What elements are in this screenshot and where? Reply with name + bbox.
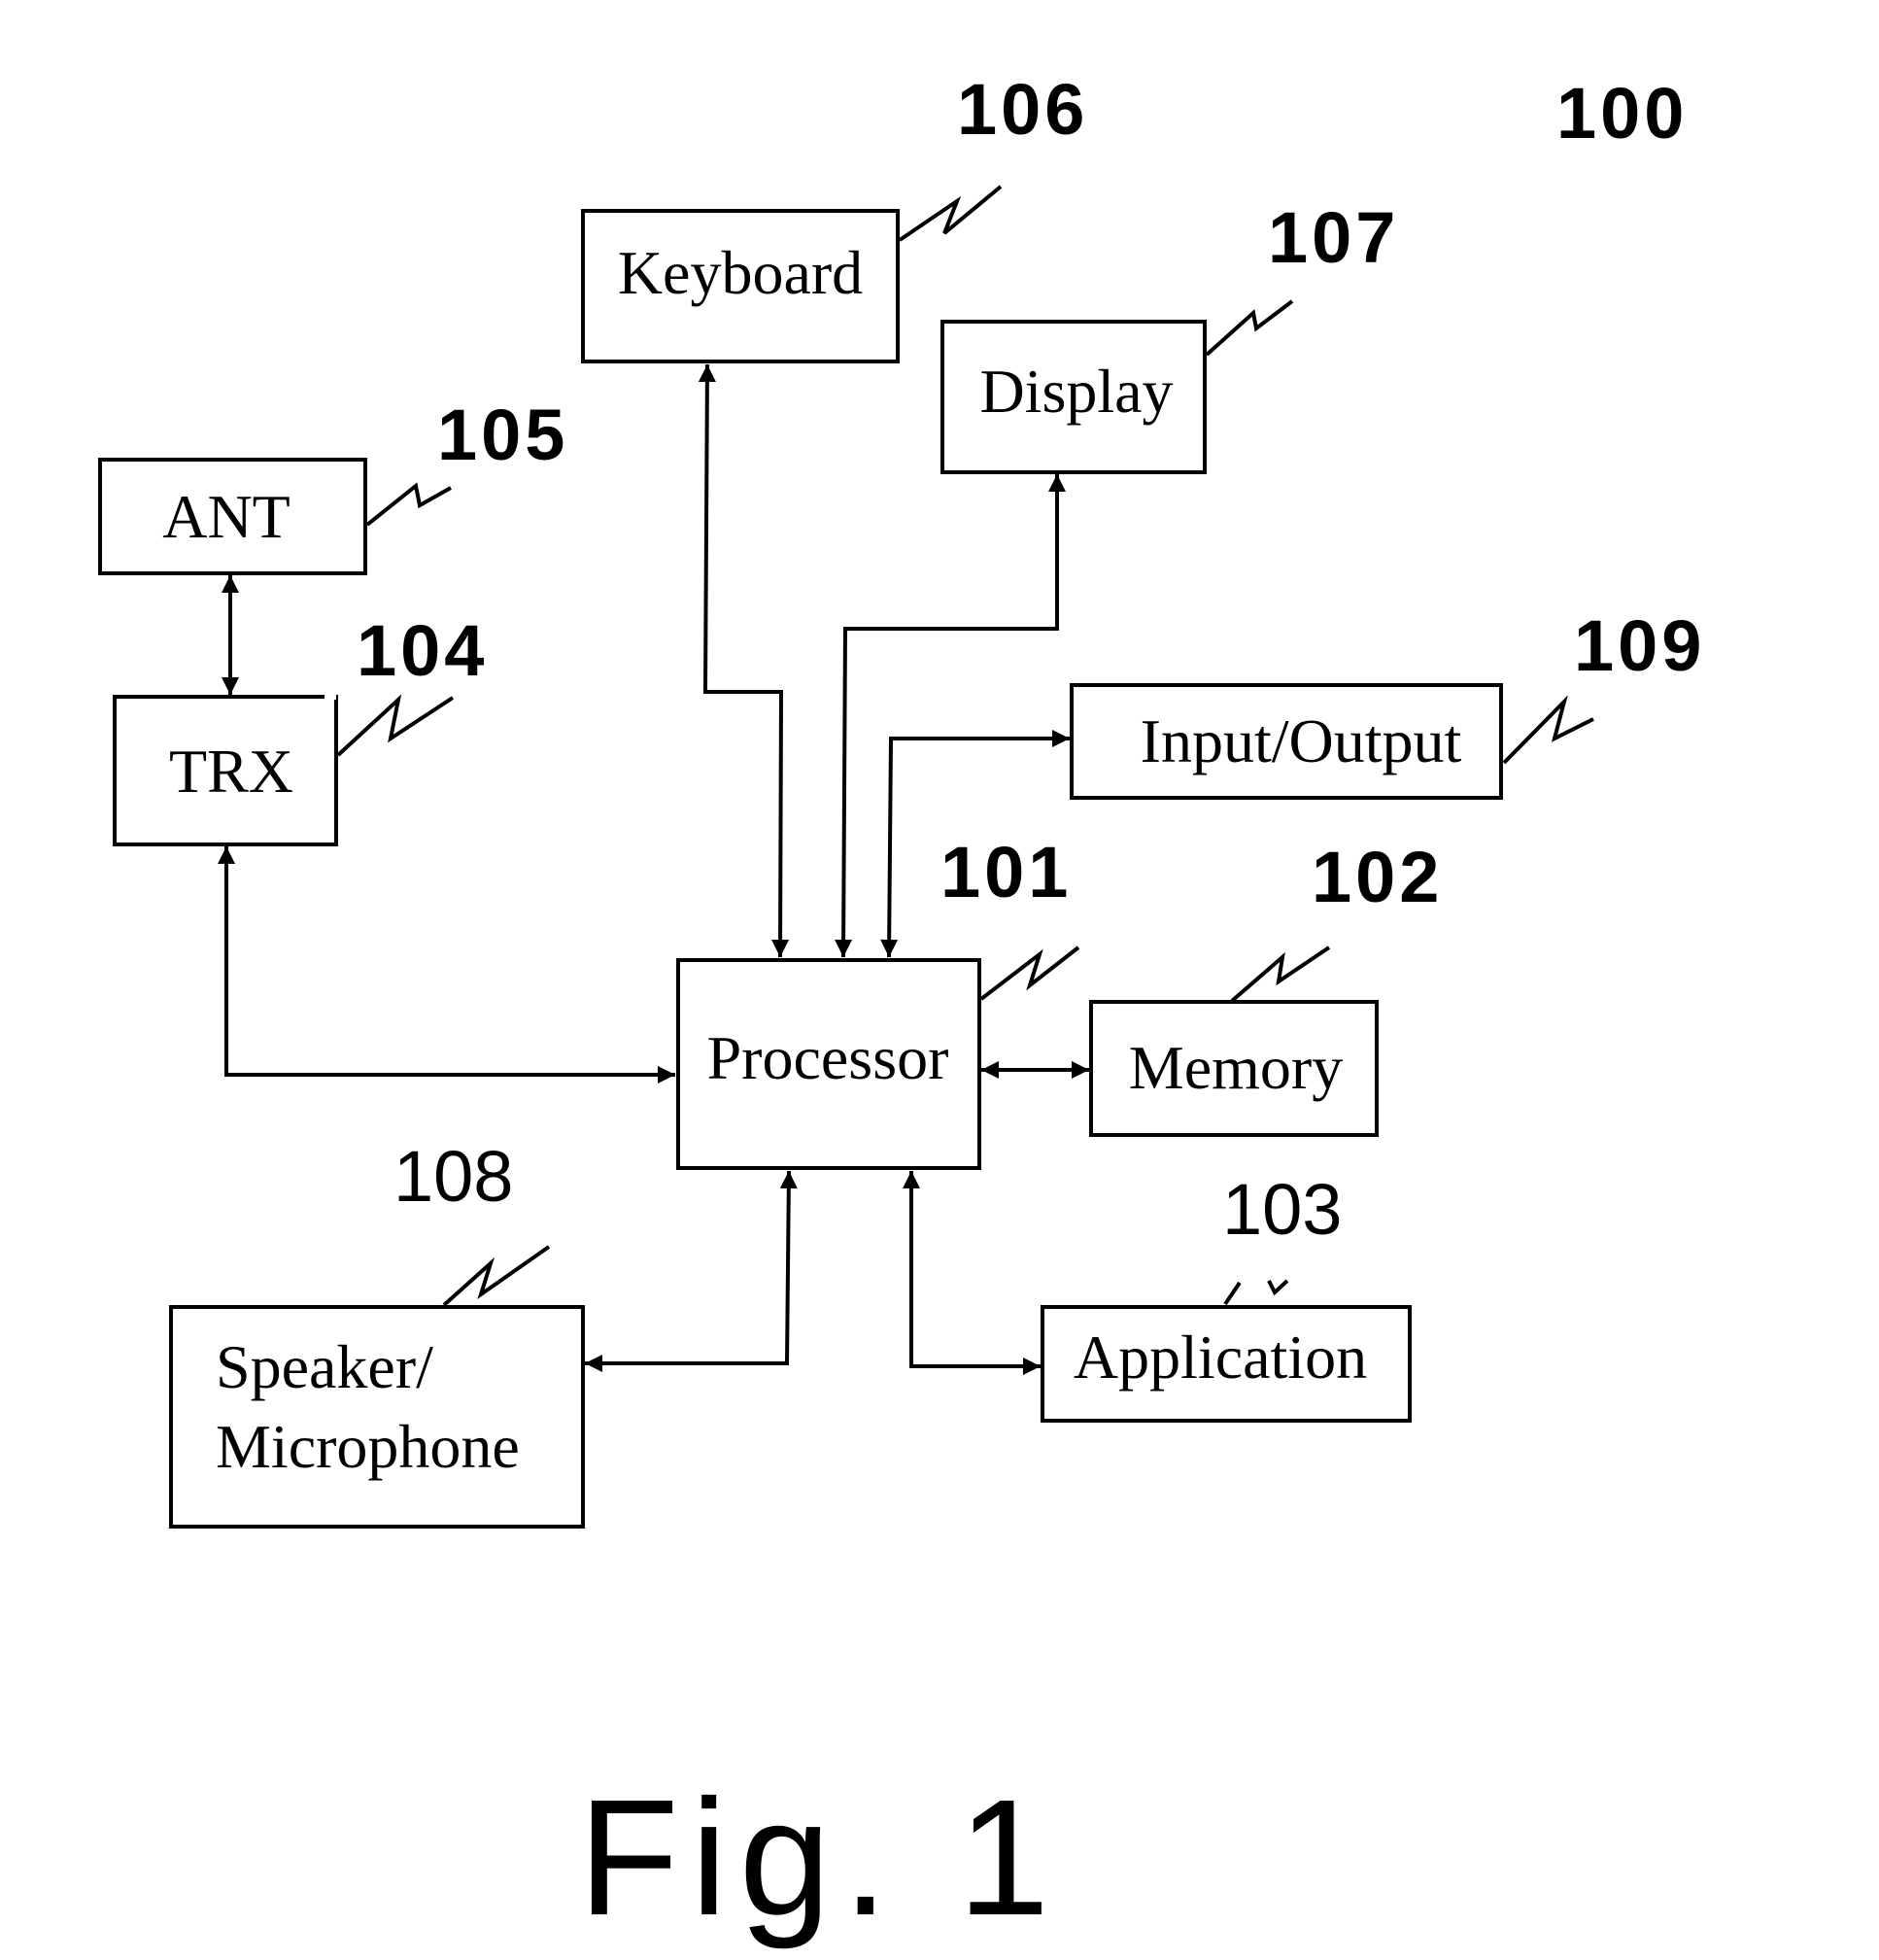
block-display: Display xyxy=(940,320,1207,474)
keyboard-label: Keyboard xyxy=(618,238,863,307)
leader-106 xyxy=(898,185,1003,242)
block-ant: ANT xyxy=(98,458,367,575)
ref-109: 109 xyxy=(1574,605,1705,686)
wire-keyboard-processor xyxy=(698,363,790,958)
block-trx: TRX xyxy=(113,694,338,846)
ref-104: 104 xyxy=(357,610,488,691)
leader-104 xyxy=(336,694,455,757)
leader-109 xyxy=(1502,695,1594,765)
application-label: Application xyxy=(1074,1323,1367,1392)
leader-102 xyxy=(1230,946,1331,1003)
wire-processor-speaker xyxy=(585,1170,798,1372)
trx-label: TRX xyxy=(169,737,293,806)
reference-numerals: 106 100 107 105 104 109 101 102 108 103 xyxy=(357,69,1705,1250)
speaker-label-line1: Speaker/ xyxy=(216,1332,433,1401)
leader-103 xyxy=(1223,1279,1289,1306)
ref-107: 107 xyxy=(1268,197,1399,278)
leader-107 xyxy=(1205,299,1294,357)
block-diagram: marker path { } Keyboard Display ANT TRX xyxy=(98,69,1705,1950)
display-label: Display xyxy=(979,357,1173,426)
wire-trx-processor xyxy=(218,846,675,1083)
block-processor: Processor xyxy=(676,958,981,1170)
memory-label: Memory xyxy=(1129,1033,1343,1102)
leader-105 xyxy=(365,482,452,527)
leader-108 xyxy=(442,1245,551,1307)
ref-100: 100 xyxy=(1556,73,1688,154)
ref-102: 102 xyxy=(1312,837,1443,917)
ant-label: ANT xyxy=(162,482,290,551)
block-io: Input/Output xyxy=(1070,683,1503,800)
ref-103: 103 xyxy=(1222,1169,1342,1250)
leader-101 xyxy=(979,946,1080,1001)
speaker-label-line2: Microphone xyxy=(216,1412,520,1481)
figure-caption: Fig. 1 xyxy=(578,1766,1061,1950)
processor-label: Processor xyxy=(707,1023,949,1092)
wire-processor-application xyxy=(903,1171,1041,1375)
block-memory: Memory xyxy=(1089,1000,1379,1137)
ref-106: 106 xyxy=(957,69,1088,150)
io-label: Input/Output xyxy=(1141,706,1462,775)
ref-108: 108 xyxy=(393,1136,513,1217)
ref-101: 101 xyxy=(940,832,1072,912)
block-speaker-microphone: Speaker/ Microphone xyxy=(169,1305,585,1529)
ref-105: 105 xyxy=(437,395,568,475)
block-keyboard: Keyboard xyxy=(581,209,900,363)
block-application: Application xyxy=(1041,1305,1412,1423)
